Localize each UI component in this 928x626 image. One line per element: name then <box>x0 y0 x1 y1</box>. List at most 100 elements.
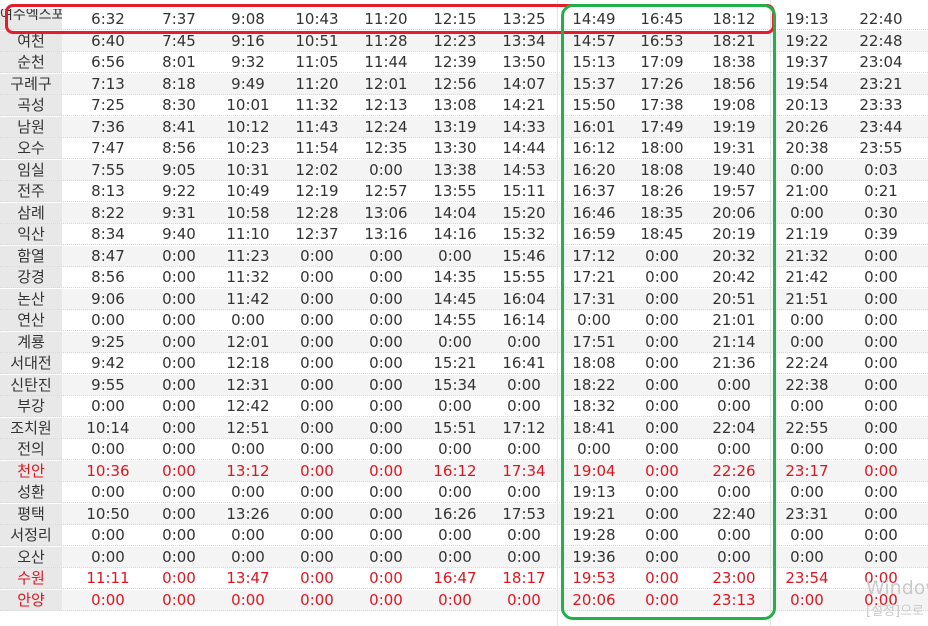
time-cell: 16:41 <box>502 354 546 372</box>
time-cell: 19:22 <box>785 31 829 50</box>
time-cell: 0:00 <box>369 440 403 458</box>
time-cell: 0:00 <box>864 246 898 265</box>
time-cell: 0:00 <box>790 590 824 609</box>
time-cell: 8:34 <box>91 225 125 243</box>
table-row: 전주 8:13 9:22 10:49 12:19 12:57 13:55 15:11 16:37… <box>0 181 928 202</box>
time-cell: 14:16 <box>433 225 477 243</box>
time-cell: 10:12 <box>226 117 270 136</box>
time-cell: 14:07 <box>502 74 546 93</box>
time-cell: 11:10 <box>226 225 270 243</box>
time-cell: 0:00 <box>864 461 898 480</box>
time-cell: 10:23 <box>226 139 270 157</box>
table-row: 성환 0:00 0:00 0:00 0:00 0:00 0:00 0:00 19:13 0:00 0… <box>0 482 928 503</box>
time-cell: 0:00 <box>369 483 403 501</box>
time-cell: 0:00 <box>369 461 403 480</box>
time-cell: 11:05 <box>295 53 339 71</box>
time-cell: 12:51 <box>226 418 270 437</box>
time-cell: 13:26 <box>226 504 270 523</box>
time-cell: 16:12 <box>433 461 477 480</box>
station-name: 구례구 <box>0 73 62 95</box>
time-cell: 0:00 <box>507 590 541 609</box>
time-cell: 0:00 <box>438 397 472 415</box>
time-cell: 0:39 <box>864 225 898 243</box>
time-cell: 11:32 <box>295 96 339 114</box>
time-cell: 23:44 <box>859 117 903 136</box>
table-row: 서대전 9:42 0:00 12:18 0:00 0:00 15:21 16:41 18:08 0… <box>0 353 928 374</box>
time-cell: 0:00 <box>369 590 403 609</box>
time-cell: 0:00 <box>864 375 898 394</box>
time-cell: 0:00 <box>300 590 334 609</box>
time-cell: 0:00 <box>162 569 196 587</box>
time-cell: 9:40 <box>162 225 196 243</box>
station-name: 강경 <box>0 267 62 288</box>
time-cell: 8:56 <box>162 139 196 157</box>
time-cell: 0:00 <box>507 526 541 544</box>
time-cell: 13:55 <box>433 182 477 200</box>
time-cell: 0:00 <box>91 590 125 609</box>
station-name: 수원 <box>0 568 62 589</box>
time-cell: 23:04 <box>859 53 903 71</box>
time-cell: 18:17 <box>502 569 546 587</box>
annotation-green-box <box>561 4 776 620</box>
time-cell: 12:02 <box>295 160 339 179</box>
time-cell: 0:00 <box>300 461 334 480</box>
time-cell: 0:00 <box>864 289 898 308</box>
time-cell: 12:39 <box>433 53 477 71</box>
time-cell: 0:00 <box>790 332 824 351</box>
table-row: 서정리 0:00 0:00 0:00 0:00 0:00 0:00 0:00 19:28 0:00… <box>0 525 928 546</box>
time-cell: 21:00 <box>785 182 829 200</box>
station-name: 오수 <box>0 138 62 159</box>
time-cell: 0:00 <box>864 526 898 544</box>
time-cell: 10:36 <box>86 461 130 480</box>
time-cell: 0:00 <box>369 547 403 566</box>
station-name: 삼례 <box>0 202 62 224</box>
station-name: 익산 <box>0 224 62 245</box>
time-cell: 15:11 <box>502 182 546 200</box>
time-cell: 0:00 <box>231 440 265 458</box>
time-cell: 12:31 <box>226 375 270 394</box>
time-cell: 14:04 <box>433 203 477 222</box>
time-cell: 0:00 <box>438 440 472 458</box>
time-cell: 22:24 <box>785 354 829 372</box>
station-name: 계룡 <box>0 331 62 353</box>
time-cell: 0:00 <box>300 397 334 415</box>
time-cell: 21:51 <box>785 289 829 308</box>
table-row: 강경 8:56 0:00 11:32 0:00 0:00 14:35 15:55 17:21 0:… <box>0 267 928 288</box>
table-row: 곡성 7:25 8:30 10:01 11:32 12:13 13:08 14:21 15:50… <box>0 95 928 116</box>
time-cell: 23:55 <box>859 139 903 157</box>
time-cell: 0:00 <box>369 354 403 372</box>
time-cell: 11:20 <box>295 74 339 93</box>
station-name: 천안 <box>0 460 62 482</box>
time-cell: 17:53 <box>502 504 546 523</box>
time-cell: 0:30 <box>864 203 898 222</box>
time-cell: 14:44 <box>502 139 546 157</box>
time-cell: 0:00 <box>91 483 125 501</box>
table-row: 임실 7:55 9:05 10:31 12:02 0:00 13:38 14:53 16:20 1… <box>0 159 928 181</box>
time-cell: 21:42 <box>785 268 829 286</box>
station-name: 함열 <box>0 245 62 267</box>
time-cell: 7:13 <box>91 74 125 93</box>
time-cell: 0:00 <box>162 440 196 458</box>
time-cell: 0:00 <box>231 526 265 544</box>
time-cell: 0:00 <box>162 547 196 566</box>
station-name: 순천 <box>0 52 62 73</box>
time-cell: 0:00 <box>507 375 541 394</box>
time-cell: 10:49 <box>226 182 270 200</box>
time-cell: 0:00 <box>369 397 403 415</box>
time-cell: 0:00 <box>790 311 824 329</box>
station-name: 임실 <box>0 159 62 181</box>
time-cell: 0:00 <box>162 375 196 394</box>
time-cell: 0:00 <box>864 354 898 372</box>
time-cell: 8:13 <box>91 182 125 200</box>
time-cell: 0:21 <box>864 182 898 200</box>
table-row: 함열 8:47 0:00 11:23 0:00 0:00 0:00 15:46 17:12 0:0… <box>0 245 928 267</box>
time-cell: 0:00 <box>300 375 334 394</box>
time-cell: 13:12 <box>226 461 270 480</box>
time-cell: 0:00 <box>864 483 898 501</box>
time-cell: 12:01 <box>226 332 270 351</box>
time-cell: 23:33 <box>859 96 903 114</box>
time-cell: 8:30 <box>162 96 196 114</box>
time-cell: 0:00 <box>369 504 403 523</box>
time-cell: 15:51 <box>433 418 477 437</box>
time-cell: 0:00 <box>162 332 196 351</box>
